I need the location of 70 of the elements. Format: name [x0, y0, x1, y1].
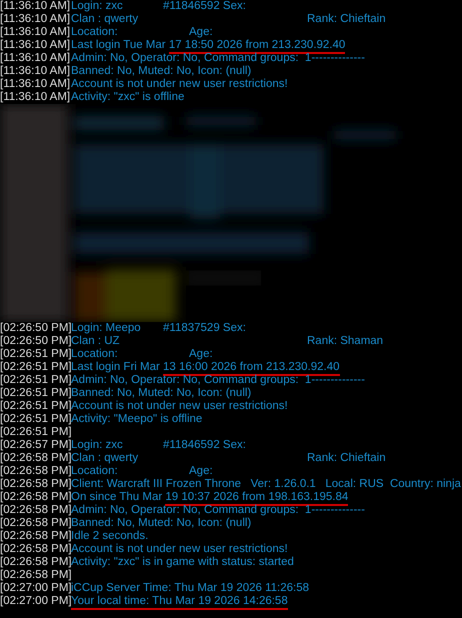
timestamp: [02:26:58 PM] — [0, 543, 71, 556]
log-message: Banned: No, Muted: No, Icon: (null) — [71, 517, 252, 530]
underlined-text: 17 18:50 2026 from 213.230.92.40 — [168, 39, 346, 54]
timestamp: [02:26:51 PM] — [0, 374, 71, 387]
underlined-text: 13 16:00 2026 from 213.230.92.40 — [163, 361, 340, 376]
timestamp: [02:26:50 PM] — [0, 335, 71, 348]
log-message: Account is not under new user restrictions! — [71, 543, 288, 556]
timestamp: [02:26:51 PM] — [0, 361, 71, 374]
log-message: Activity: "zxc" is offline — [71, 91, 184, 104]
log-message: Banned: No, Muted: No, Icon: (null) — [71, 387, 252, 400]
log-message: Location: — [71, 26, 119, 39]
log-message: Clan : qwerty — [71, 452, 140, 465]
log-message: Age: — [189, 26, 213, 39]
log-message: Clan : UZ — [71, 335, 121, 348]
timestamp: [02:27:00 PM] — [0, 595, 71, 608]
log-message: Admin: No, Operator: No, Command groups: 1-------------- — [71, 374, 365, 387]
timestamp: [11:36:10 AM] — [0, 78, 71, 91]
log-message: Rank: Chieftain — [307, 452, 386, 465]
timestamp: [02:26:50 PM] — [0, 322, 71, 335]
log-message: iCCup Server Time: Thu Mar 19 2026 11:26:58 — [71, 582, 310, 595]
timestamp: [02:26:51 PM] — [0, 426, 71, 439]
timestamp: [02:26:51 PM] — [0, 413, 71, 426]
log-message: Clan : qwerty — [71, 13, 140, 26]
timestamp: [11:36:10 AM] — [0, 39, 71, 52]
log-message: Activity: "Meepo" is offline — [71, 413, 202, 426]
log-message: Age: — [189, 348, 213, 361]
timestamp: [11:36:10 AM] — [0, 26, 71, 39]
log-message: #11846592 Sex: — [163, 0, 246, 13]
log-message: Activity: "zxc" is in game with status: started — [71, 556, 294, 569]
timestamp: [02:26:51 PM] — [0, 387, 71, 400]
log-message: Idle 2 seconds. — [71, 530, 148, 543]
log-message: #11846592 Sex: — [163, 439, 246, 452]
log-message: Account is not under new user restrictions! — [71, 78, 288, 91]
timestamp: [11:36:10 AM] — [0, 65, 71, 78]
timestamp: [02:26:58 PM] — [0, 478, 71, 491]
timestamp: [02:26:58 PM] — [0, 556, 71, 569]
underlined-text: 19 10:37 2026 from 198.163.195.84 — [165, 491, 348, 506]
log-message: Rank: Chieftain — [307, 13, 386, 26]
log-message: Login: zxc — [71, 0, 124, 13]
log-message: Login: zxc — [71, 439, 124, 452]
timestamp: [11:36:10 AM] — [0, 52, 71, 65]
log-message: Last login Tue Mar — [71, 39, 167, 52]
log-message: Account is not under new user restrictions! — [71, 400, 288, 413]
timestamp: [02:26:58 PM] — [0, 465, 71, 478]
log-message: On since Thu Mar — [71, 491, 164, 504]
log-message: Last login Fri Mar — [71, 361, 161, 374]
timestamp: [02:26:51 PM] — [0, 400, 71, 413]
timestamp: [02:26:58 PM] — [0, 569, 71, 582]
log-message: Login: Meepo — [71, 322, 142, 335]
log-message: Banned: No, Muted: No, Icon: (null) — [71, 65, 252, 78]
timestamp: [02:26:58 PM] — [0, 517, 71, 530]
timestamp: [02:27:00 PM] — [0, 582, 71, 595]
underlined-text: Your local time: Thu Mar 19 2026 14:26:58 — [71, 595, 288, 610]
log-message: Age: — [189, 465, 213, 478]
log-message: Location: — [71, 348, 119, 361]
log-message: Admin: No, Operator: No, Command groups: 1-------------- — [71, 52, 365, 65]
timestamp: [02:26:57 PM] — [0, 439, 71, 452]
timestamp: [11:36:10 AM] — [0, 91, 71, 104]
log-message: Client: Warcraft III Frozen Throne Ver: 1.26.0.1 Local: RUS Country: ninja — [71, 478, 461, 491]
log-message: Admin: No, Operator: No, Command groups: 1-------------- — [71, 504, 365, 517]
timestamp: [02:26:58 PM] — [0, 530, 71, 543]
log-message: Location: — [71, 465, 119, 478]
timestamp: [02:26:58 PM] — [0, 452, 71, 465]
log-message: #11837529 Sex: — [163, 322, 246, 335]
timestamp: [11:36:10 AM] — [0, 0, 71, 13]
timestamp: [11:36:10 AM] — [0, 13, 71, 26]
log-message: Rank: Shaman — [307, 335, 384, 348]
timestamp: [02:26:58 PM] — [0, 491, 71, 504]
timestamp: [02:26:51 PM] — [0, 348, 71, 361]
timestamp: [02:26:58 PM] — [0, 504, 71, 517]
